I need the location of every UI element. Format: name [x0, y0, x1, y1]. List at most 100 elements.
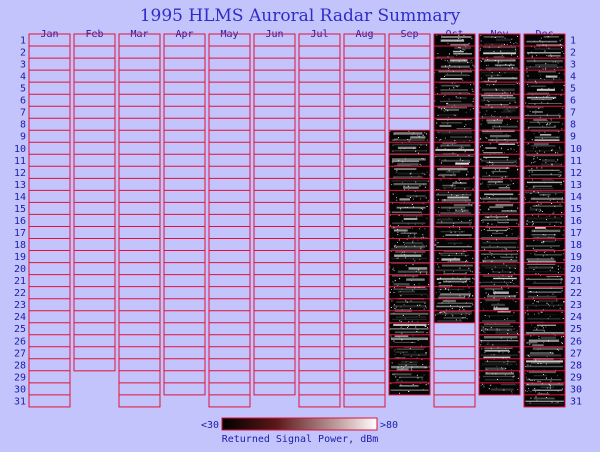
echo-speckle: [534, 388, 536, 390]
echo-speckle: [438, 207, 440, 208]
echo-speckle: [441, 302, 443, 304]
echo-speckle: [420, 248, 422, 250]
echo-speckle: [516, 107, 518, 108]
echo-speckle: [549, 199, 551, 201]
echo-speckle: [544, 50, 546, 52]
echo-speckle: [471, 88, 473, 90]
month-frame: [28, 33, 71, 408]
echo-speckle: [493, 306, 495, 308]
echo-speckle: [489, 252, 491, 254]
echo-speckle: [392, 373, 394, 375]
echo-band: [482, 242, 517, 244]
echo-band: [436, 118, 472, 121]
echo-speckle: [462, 194, 464, 196]
echo-speckle: [408, 140, 410, 142]
echo-speckle: [472, 257, 474, 259]
echo-speckle: [530, 193, 532, 194]
echo-band: [391, 211, 422, 213]
echo-band: [537, 300, 559, 302]
day-label-right: 28: [570, 360, 582, 371]
echo-speckle: [511, 229, 513, 230]
echo-speckle: [447, 144, 449, 146]
echo-speckle: [392, 145, 394, 147]
echo-speckle: [482, 150, 484, 152]
echo-speckle: [500, 95, 502, 97]
echo-speckle: [531, 51, 533, 53]
echo-speckle: [418, 269, 420, 271]
echo-band: [527, 291, 562, 293]
echo-speckle: [472, 227, 474, 229]
echo-speckle: [502, 143, 504, 145]
echo-speckle: [448, 98, 450, 100]
echo-speckle: [525, 366, 527, 367]
echo-speckle: [504, 37, 506, 39]
echo-speckle: [549, 223, 551, 225]
echo-speckle: [507, 149, 509, 151]
echo-speckle: [488, 101, 490, 103]
echo-speckle: [495, 88, 497, 90]
echo-speckle: [497, 74, 499, 76]
echo-band: [482, 218, 518, 221]
day-label-right: 19: [570, 252, 582, 263]
echo-speckle: [551, 55, 553, 57]
echo-speckle: [554, 216, 556, 218]
echo-speckle: [435, 239, 437, 241]
echo-speckle: [546, 120, 548, 122]
echo-speckle: [546, 55, 548, 56]
echo-speckle: [465, 261, 467, 263]
echo-speckle: [486, 372, 488, 374]
echo-speckle: [499, 128, 501, 130]
echo-band: [486, 315, 514, 317]
echo-band: [526, 59, 563, 63]
echo-speckle: [495, 387, 497, 389]
echo-speckle: [530, 253, 532, 255]
echo-speckle: [395, 306, 397, 308]
echo-speckle: [487, 222, 489, 224]
echo-speckle: [391, 184, 393, 185]
echo-speckle: [546, 36, 548, 38]
echo-speckle: [525, 268, 527, 269]
echo-speckle: [457, 235, 459, 237]
echo-speckle: [512, 67, 514, 69]
echo-speckle: [463, 35, 465, 37]
echo-speckle: [427, 295, 429, 297]
echo-speckle: [545, 68, 546, 70]
echo-speckle: [535, 305, 537, 307]
echo-speckle: [397, 225, 399, 227]
echo-band: [396, 301, 425, 303]
echo-speckle: [540, 37, 542, 39]
day-label-left: 24: [14, 312, 26, 323]
echo-speckle: [445, 288, 447, 290]
echo-speckle: [438, 282, 440, 284]
echo-speckle: [419, 163, 421, 165]
echo-speckle: [491, 139, 493, 141]
echo-speckle: [516, 150, 518, 152]
echo-speckle: [415, 270, 417, 272]
echo-speckle: [418, 283, 420, 285]
echo-speckle: [482, 383, 483, 385]
echo-speckle: [423, 308, 425, 310]
echo-speckle: [542, 211, 543, 212]
echo-speckle: [424, 301, 426, 303]
echo-speckle: [557, 401, 559, 403]
echo-speckle: [511, 275, 513, 277]
echo-speckle: [504, 281, 505, 283]
echo-speckle: [549, 269, 551, 271]
echo-band: [492, 125, 518, 128]
echo-speckle: [511, 254, 513, 256]
echo-speckle: [513, 272, 515, 274]
echo-band: [481, 264, 517, 267]
day-label-left: 27: [14, 348, 26, 359]
echo-speckle: [550, 120, 552, 122]
echo-speckle: [543, 330, 545, 332]
echo-band: [527, 126, 556, 128]
echo-speckle: [516, 222, 518, 224]
echo-speckle: [448, 210, 450, 212]
echo-band: [436, 277, 471, 280]
echo-band: [437, 139, 473, 141]
echo-band: [392, 222, 426, 225]
echo-speckle: [396, 379, 398, 381]
echo-speckle: [492, 271, 494, 272]
echo-speckle: [548, 41, 550, 43]
echo-speckle: [422, 244, 424, 246]
